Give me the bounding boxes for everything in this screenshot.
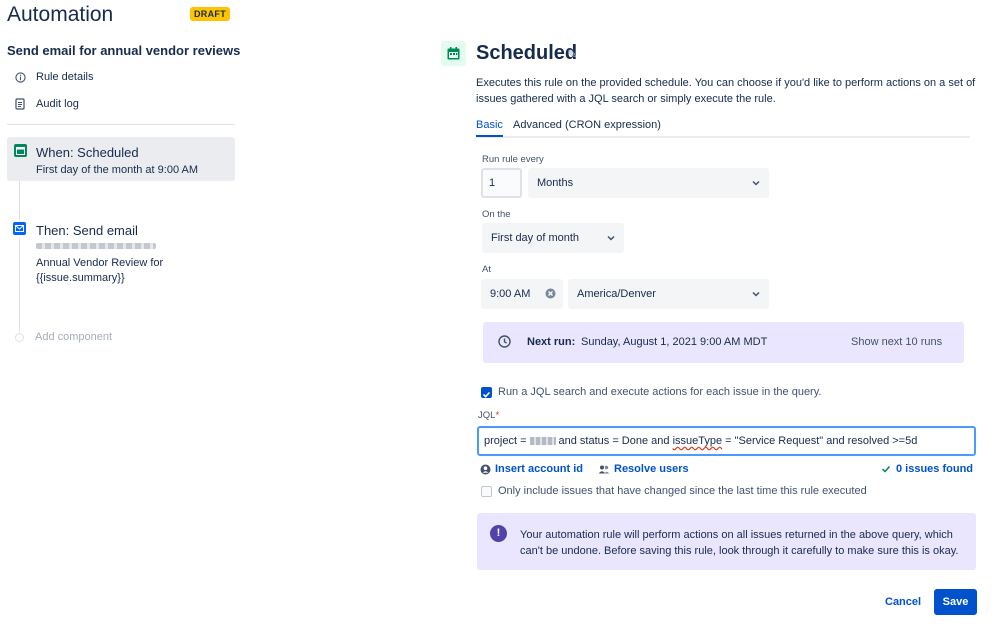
- timeline-connector: [19, 238, 20, 332]
- jql-middle: and status = Done and: [558, 435, 670, 447]
- issues-found-link[interactable]: 0 issues found: [881, 463, 973, 475]
- draft-badge: DRAFT: [190, 7, 230, 21]
- save-button[interactable]: Save: [934, 589, 977, 615]
- insert-account-id-button[interactable]: Insert account id: [480, 463, 583, 475]
- run-every-label: Run rule every: [482, 154, 544, 165]
- time-select[interactable]: 9:00 AM: [481, 279, 563, 309]
- exclamation-icon: !: [490, 525, 507, 542]
- chevron-down-icon: [607, 235, 615, 241]
- action-title[interactable]: Then: Send email: [36, 223, 138, 238]
- jql-checkbox[interactable]: [481, 387, 492, 398]
- app-title: Automation: [7, 3, 114, 26]
- users-icon: [598, 465, 610, 473]
- jql-suffix: = "Service Request" and resolved >=5d: [725, 435, 918, 447]
- next-run-panel: Next run: Sunday, August 1, 2021 9:00 AM…: [483, 322, 964, 363]
- run-every-input[interactable]: 1: [481, 168, 522, 198]
- chevron-down-icon: [752, 180, 760, 186]
- info-icon: [14, 71, 26, 83]
- clear-icon[interactable]: [545, 288, 556, 299]
- changed-only-checkbox[interactable]: [481, 486, 492, 497]
- add-component-dot: [15, 333, 24, 342]
- mail-icon: [13, 222, 26, 235]
- add-component-button[interactable]: Add component: [35, 331, 112, 343]
- jql-label-text: JQL: [478, 410, 496, 421]
- action-subtitle-line2: {{issue.summary}}: [36, 272, 125, 284]
- jql-misspelled: issueType: [672, 435, 723, 447]
- calendar-icon: [447, 47, 460, 60]
- sidebar-divider: [7, 124, 235, 125]
- jql-checkbox-label: Run a JQL search and execute actions for…: [498, 386, 822, 398]
- run-every-unit-select[interactable]: Months: [528, 168, 769, 198]
- changed-only-label: Only include issues that have changed si…: [498, 485, 867, 497]
- page-title: Scheduled: [476, 42, 578, 64]
- warning-panel: ! Your automation rule will perform acti…: [477, 513, 976, 570]
- rule-name: Send email for annual vendor reviews: [7, 43, 241, 58]
- clock-icon: [498, 335, 511, 348]
- checkmark-icon: [482, 391, 491, 398]
- redacted-project: [529, 437, 556, 445]
- timezone-value: America/Denver: [577, 288, 656, 300]
- next-run-value: Sunday, August 1, 2021 9:00 AM MDT: [581, 336, 768, 348]
- redacted-recipient: [36, 243, 156, 249]
- jql-input[interactable]: project = and status = Done and issueTyp…: [477, 426, 976, 456]
- rule-details-link[interactable]: Rule details: [14, 71, 93, 83]
- next-run-label: Next run:: [527, 336, 576, 348]
- cancel-button[interactable]: Cancel: [882, 593, 924, 611]
- jql-label: JQL*: [478, 410, 499, 421]
- trigger-subtitle: First day of the month at 9:00 AM: [36, 164, 199, 176]
- at-label: At: [482, 264, 491, 275]
- resolve-users-label: Resolve users: [614, 463, 689, 475]
- scheduled-icon-wrap: [441, 41, 466, 66]
- run-every-unit-value: Months: [537, 177, 574, 189]
- description: Executes this rule on the provided sched…: [476, 77, 976, 105]
- jql-prefix: project =: [484, 435, 527, 447]
- rule-details-label: Rule details: [36, 71, 94, 83]
- tab-basic[interactable]: Basic: [476, 119, 503, 137]
- chevron-down-icon: [752, 291, 760, 297]
- time-value: 9:00 AM: [490, 288, 531, 300]
- audit-log-label: Audit log: [36, 98, 79, 110]
- required-mark: *: [495, 410, 500, 421]
- timeline-connector: [19, 181, 20, 221]
- timezone-select[interactable]: America/Denver: [568, 279, 769, 309]
- on-the-value: First day of month: [491, 232, 580, 244]
- tab-advanced[interactable]: Advanced (CRON expression): [513, 119, 661, 135]
- tab-bar: Basic Advanced (CRON expression): [476, 117, 970, 138]
- trigger-title: When: Scheduled: [36, 145, 139, 160]
- issues-found-label: 0 issues found: [896, 463, 974, 475]
- edit-pencil-icon[interactable]: ✎: [567, 47, 577, 61]
- on-the-select[interactable]: First day of month: [482, 223, 624, 253]
- on-the-label: On the: [482, 209, 511, 220]
- show-next-runs-button[interactable]: Show next 10 runs: [851, 336, 942, 348]
- calendar-icon: [14, 144, 27, 157]
- warning-text: Your automation rule will perform action…: [520, 529, 959, 557]
- resolve-users-button[interactable]: Resolve users: [598, 463, 689, 475]
- check-icon: [881, 465, 891, 473]
- audit-log-link[interactable]: Audit log: [14, 98, 79, 110]
- document-icon: [14, 98, 26, 110]
- user-icon: [480, 464, 491, 474]
- insert-account-id-label: Insert account id: [495, 463, 584, 475]
- action-subtitle-line1: Annual Vendor Review for: [36, 257, 164, 269]
